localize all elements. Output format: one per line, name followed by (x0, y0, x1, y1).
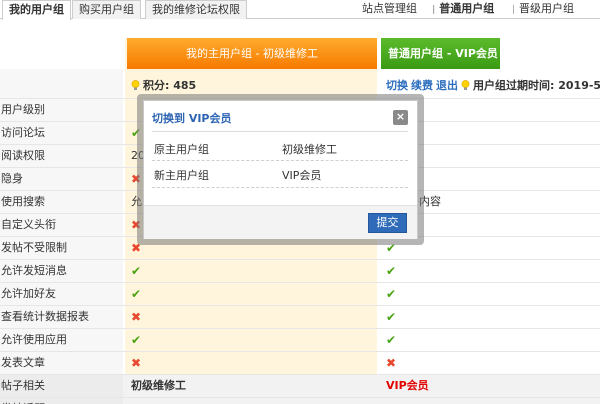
vip-group-cell: ✔ (386, 329, 396, 351)
my-group-cell: ✖ (131, 352, 141, 374)
expire-time: 用户组过期时间: 2019-5-1 (473, 79, 600, 92)
table-row: 允许使用应用 ✔ ✔ (0, 329, 600, 352)
new-group-label: 新主用户组 (154, 169, 209, 182)
my-group-header: 我的主用户组 - 初级维修工 (127, 38, 377, 69)
nav-normal-user-group[interactable]: | 普通用户组 (432, 0, 494, 19)
original-group-label: 原主用户组 (154, 143, 209, 156)
row-label: 隐身 (0, 168, 123, 190)
my-group-cell: ✖ (131, 306, 141, 328)
row-label: 自定义头衔 (0, 214, 123, 236)
vip-group-cell: VIP会员 (386, 379, 429, 392)
row-label: 用户级别 (0, 99, 123, 121)
table-row: 允许加好友 ✔ ✔ (0, 283, 600, 306)
row-label: 发帖不受限制 (0, 237, 123, 259)
row-label: 允许使用应用 (0, 329, 123, 351)
switch-group-dialog: 切换到 VIP会员 × 原主用户组 初级维修工 新主用户组 VIP会员 提交 (143, 100, 418, 239)
table-row: 查看统计数据报表 ✖ ✔ (0, 306, 600, 329)
my-group-cell: ✔ (131, 329, 141, 351)
lightbulb-icon (461, 80, 470, 90)
my-group-cell: ✔ (131, 283, 141, 305)
dialog-title: 切换到 VIP会员 (152, 112, 232, 125)
table-row: 允许发短消息 ✔ ✔ (0, 260, 600, 283)
separator-icon: | (432, 5, 436, 15)
row-label: 阅读权限 (0, 145, 123, 167)
check-icon: ✔ (131, 333, 142, 347)
row-label: 发表文章 (0, 352, 123, 374)
my-group-cell: 初级维修工 (131, 379, 186, 392)
submit-button[interactable]: 提交 (368, 213, 407, 233)
vip-actions: 切换 续费 退出 用户组过期时间: 2019-5-1 (386, 79, 600, 93)
vip-group-cell: ✔ (386, 306, 396, 328)
check-icon: ✔ (386, 310, 397, 324)
lightbulb-icon (131, 80, 140, 90)
renew-link[interactable]: 续费 (411, 79, 433, 92)
check-icon: ✔ (386, 287, 397, 301)
points-display: 积分: 485 (131, 79, 196, 93)
row-label: 访问论坛 (0, 122, 123, 144)
check-icon: ✔ (131, 287, 142, 301)
table-row: 发表文章 ✖ ✖ (0, 352, 600, 375)
row-label: 允许加好友 (0, 283, 123, 305)
row-label (0, 69, 123, 98)
top-tab-bar: 我的用户组 购买用户组 我的维修论坛权限 站点管理组 | 普通用户组 | 晋级用户组 (0, 0, 600, 20)
check-icon: ✔ (386, 264, 397, 278)
table-row: 帖子相关 初级维修工 VIP会员 (0, 375, 600, 398)
cross-icon: ✖ (131, 310, 142, 324)
divider (152, 131, 408, 132)
tab-my-groups[interactable]: 我的用户组 (2, 0, 71, 20)
check-icon: ✔ (386, 333, 397, 347)
row-label: 帖子相关 (0, 375, 123, 397)
close-icon[interactable]: × (393, 110, 408, 125)
cross-icon: ✖ (131, 356, 142, 370)
row-label: 使用搜索 (0, 191, 123, 213)
row-label: 查看统计数据报表 (0, 306, 123, 328)
divider (152, 187, 408, 188)
vip-group-cell: ✔ (386, 283, 396, 305)
divider (152, 160, 408, 161)
nav-promotion-group[interactable]: | 晋级用户组 (512, 0, 574, 19)
dialog-footer: 提交 (144, 205, 417, 239)
nav-site-admin-group[interactable]: 站点管理组 (362, 0, 417, 19)
row-label: 发帖话题 (0, 398, 123, 404)
check-icon: ✔ (131, 264, 142, 278)
switch-link[interactable]: 切换 (386, 79, 408, 92)
tab-buy-groups[interactable]: 购买用户组 (72, 0, 141, 19)
new-group-value: VIP会员 (282, 169, 322, 182)
row-label: 允许发短消息 (0, 260, 123, 282)
vip-group-cell: ✔ (386, 260, 396, 282)
tab-forum-permissions[interactable]: 我的维修论坛权限 (145, 0, 247, 19)
quit-link[interactable]: 退出 (436, 79, 458, 92)
cross-icon: ✖ (386, 356, 397, 370)
vip-group-cell: ✖ (386, 352, 396, 374)
original-group-value: 初级维修工 (282, 143, 337, 156)
separator-icon: | (512, 5, 516, 15)
table-row: 发帖话题 (0, 398, 600, 404)
vip-group-header: 普通用户组 - VIP会员 (381, 38, 500, 69)
my-group-cell: ✔ (131, 260, 141, 282)
